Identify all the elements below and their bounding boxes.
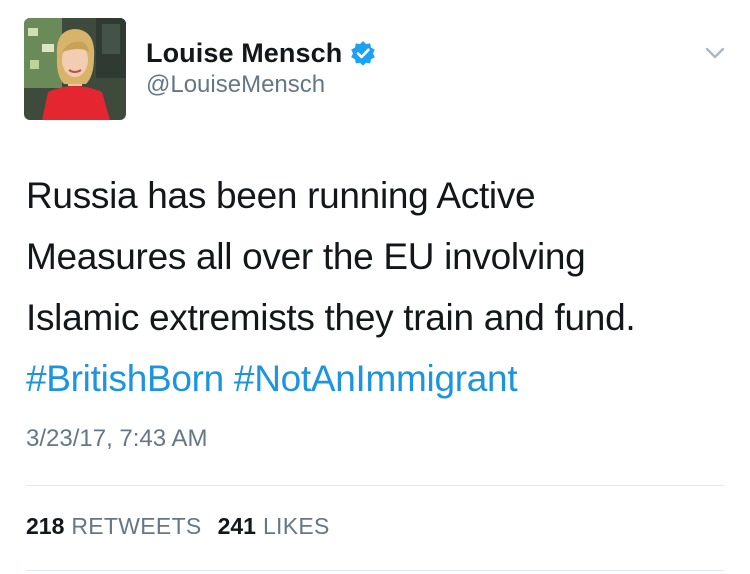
author-handle[interactable]: @LouiseMensch [146, 71, 325, 99]
tweet-stats: 218 RETWEETS 241 LIKES [26, 513, 330, 540]
tweet-text-line: Russia has been running Active [26, 175, 536, 216]
avatar-photo [24, 18, 126, 120]
retweets-count: 218 [26, 513, 65, 539]
divider [26, 570, 724, 571]
tweet-timestamp[interactable]: 3/23/17, 7:43 AM [26, 425, 207, 453]
tweet-card: Louise Mensch @LouiseMensch Russia has b… [0, 0, 750, 574]
tweet-text: Russia has been running Active Measures … [26, 165, 726, 409]
tweet-text-line: Measures all over the EU involving [26, 236, 586, 277]
author-display-name[interactable]: Louise Mensch [146, 38, 342, 69]
hashtag-link[interactable]: #NotAnImmigrant [234, 358, 518, 399]
retweets-stat[interactable]: 218 RETWEETS [26, 513, 202, 540]
likes-stat[interactable]: 241 LIKES [218, 513, 330, 540]
likes-label: LIKES [262, 513, 330, 539]
hashtag-link[interactable]: #BritishBorn [26, 358, 224, 399]
avatar[interactable] [24, 18, 126, 120]
author-name-row: Louise Mensch [146, 36, 376, 70]
verified-badge-icon [350, 40, 376, 66]
likes-count: 241 [217, 513, 256, 539]
retweets-label: RETWEETS [71, 513, 202, 539]
divider [26, 485, 724, 486]
hashtag-line: #BritishBorn #NotAnImmigrant [26, 348, 726, 409]
tweet-text-line: Islamic extremists they train and fund. [26, 297, 636, 338]
chevron-down-icon[interactable] [702, 44, 728, 62]
